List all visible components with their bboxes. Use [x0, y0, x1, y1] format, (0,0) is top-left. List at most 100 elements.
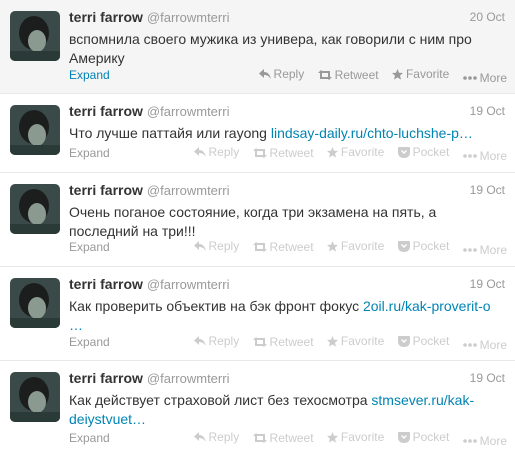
star-icon	[326, 335, 338, 347]
more-icon	[462, 342, 477, 347]
tweet-link[interactable]: lindsay-daily.ru/chto-luchshe-p…	[271, 125, 473, 141]
retweet-button[interactable]: Retweet	[317, 68, 379, 82]
pocket-icon	[397, 240, 410, 252]
expand-link[interactable]: Expand	[69, 68, 110, 82]
more-button[interactable]: More	[462, 243, 507, 257]
tweet-link[interactable]: 2oil.ru/kak-proverit-o	[363, 298, 491, 314]
reply-icon	[193, 431, 206, 442]
pocket-label: Pocket	[412, 239, 450, 253]
username[interactable]: @farrowmterri	[147, 10, 230, 25]
tweet-text-body: Как проверить объектив на бэк фронт фоку…	[69, 298, 363, 314]
username[interactable]: @farrowmterri	[147, 277, 230, 292]
more-button[interactable]: More	[462, 434, 507, 448]
tweet-link[interactable]: stmsever.ru/kak-	[371, 392, 474, 408]
avatar[interactable]	[10, 11, 60, 61]
reply-button[interactable]: Reply	[193, 239, 240, 253]
timestamp[interactable]: 19 Oct	[470, 183, 505, 197]
tweet-text-body: Как действует страховой лист без техосмо…	[69, 392, 372, 408]
avatar[interactable]	[10, 372, 60, 422]
avatar[interactable]	[10, 105, 60, 155]
pocket-button[interactable]: Pocket	[397, 145, 450, 159]
expand-link[interactable]: Expand	[69, 335, 110, 349]
tweet-header: terri farrow @farrowmterri 19 Oct	[69, 182, 505, 200]
timestamp[interactable]: 20 Oct	[470, 10, 505, 24]
tweet-item[interactable]: terri farrow @farrowmterri 19 Oct Очень п…	[0, 173, 515, 267]
favorite-button[interactable]: Favorite	[326, 430, 384, 444]
fullname[interactable]: terri farrow	[69, 103, 143, 119]
retweet-button[interactable]: Retweet	[252, 431, 314, 445]
reply-label: Reply	[208, 334, 240, 348]
username[interactable]: @farrowmterri	[147, 183, 230, 198]
tweet-actions: Reply Retweet Favorite Pocket More	[184, 145, 507, 163]
fullname[interactable]: terri farrow	[69, 370, 143, 386]
expand-link[interactable]: Expand	[69, 146, 110, 160]
reply-button[interactable]: Reply	[193, 145, 239, 159]
pocket-button[interactable]: Pocket	[397, 334, 450, 348]
tweet-item[interactable]: terri farrow @farrowmterri 19 Oct Как дей…	[0, 361, 515, 465]
retweet-button[interactable]: Retweet	[252, 335, 314, 349]
fullname[interactable]: terri farrow	[69, 182, 143, 198]
pocket-button[interactable]: Pocket	[397, 430, 449, 444]
pocket-button[interactable]: Pocket	[397, 239, 450, 253]
timestamp[interactable]: 19 Oct	[470, 277, 505, 291]
pocket-label: Pocket	[412, 334, 450, 348]
more-label: More	[479, 70, 507, 85]
favorite-label: Favorite	[340, 145, 385, 159]
tweet-item[interactable]: terri farrow @farrowmterri 20 Oct вспомни…	[0, 0, 515, 94]
fullname[interactable]: terri farrow	[69, 9, 143, 25]
retweet-button[interactable]: Retweet	[252, 145, 314, 160]
timestamp[interactable]: 19 Oct	[470, 104, 505, 118]
pocket-icon	[397, 146, 410, 158]
tweet-item[interactable]: terri farrow @farrowmterri 19 Oct Что луч…	[0, 94, 515, 173]
expand-link[interactable]: Expand	[69, 431, 110, 445]
tweet-header: terri farrow @farrowmterri 20 Oct	[69, 9, 505, 27]
username[interactable]: @farrowmterri	[147, 104, 230, 119]
reply-label: Reply	[273, 67, 305, 81]
favorite-button[interactable]: Favorite	[326, 145, 385, 159]
avatar[interactable]	[10, 278, 60, 328]
tweet-header: terri farrow @farrowmterri 19 Oct	[69, 370, 505, 388]
tweet-text: вспомнила своего мужика из универа, как …	[69, 30, 499, 68]
reply-icon	[193, 146, 206, 157]
avatar[interactable]	[10, 184, 60, 234]
reply-icon	[193, 335, 206, 346]
reply-label: Reply	[208, 239, 240, 253]
tweet-timeline: terri farrow @farrowmterri 20 Oct вспомни…	[0, 0, 515, 465]
retweet-label: Retweet	[269, 145, 314, 160]
star-icon	[326, 146, 338, 158]
tweet-text: Что лучше паттайя или rayong lindsay-dai…	[69, 124, 499, 143]
reply-button[interactable]: Reply	[258, 67, 305, 81]
tweet-link-continuation[interactable]: deiystvuet…	[69, 411, 146, 427]
favorite-label: Favorite	[340, 239, 385, 253]
tweet-actions: Reply Retweet Favorite Pocket More	[184, 239, 507, 257]
reply-button[interactable]: Reply	[193, 430, 240, 444]
retweet-button[interactable]: Retweet	[252, 239, 314, 254]
more-button[interactable]: More	[462, 338, 507, 352]
more-icon	[462, 247, 477, 252]
retweet-label: Retweet	[269, 239, 314, 254]
more-button[interactable]: More	[462, 149, 507, 163]
tweet-actions: Reply Retweet Favorite More	[249, 67, 507, 85]
fullname[interactable]: terri farrow	[69, 276, 143, 292]
favorite-button[interactable]: Favorite	[326, 239, 385, 253]
tweet-text: Как действует страховой лист без техосмо…	[69, 391, 499, 429]
more-icon	[462, 153, 477, 158]
more-icon	[462, 75, 477, 80]
expand-link[interactable]: Expand	[69, 240, 110, 254]
favorite-button[interactable]: Favorite	[391, 67, 450, 81]
tweet-item[interactable]: terri farrow @farrowmterri 19 Oct Как про…	[0, 267, 515, 361]
favorite-label: Favorite	[405, 67, 450, 81]
pocket-label: Pocket	[412, 145, 450, 159]
reply-button[interactable]: Reply	[193, 334, 240, 348]
username[interactable]: @farrowmterri	[147, 371, 230, 386]
timestamp[interactable]: 19 Oct	[470, 371, 505, 385]
reply-label: Reply	[208, 430, 240, 444]
more-button[interactable]: More	[462, 70, 507, 85]
favorite-button[interactable]: Favorite	[326, 334, 385, 348]
reply-icon	[258, 68, 271, 79]
star-icon	[326, 431, 338, 443]
favorite-label: Favorite	[340, 334, 385, 348]
tweet-link-continuation[interactable]: …	[69, 317, 83, 333]
tweet-text: Очень поганое состояние, когда три экзам…	[69, 203, 499, 241]
tweet-header: terri farrow @farrowmterri 19 Oct	[69, 103, 505, 121]
